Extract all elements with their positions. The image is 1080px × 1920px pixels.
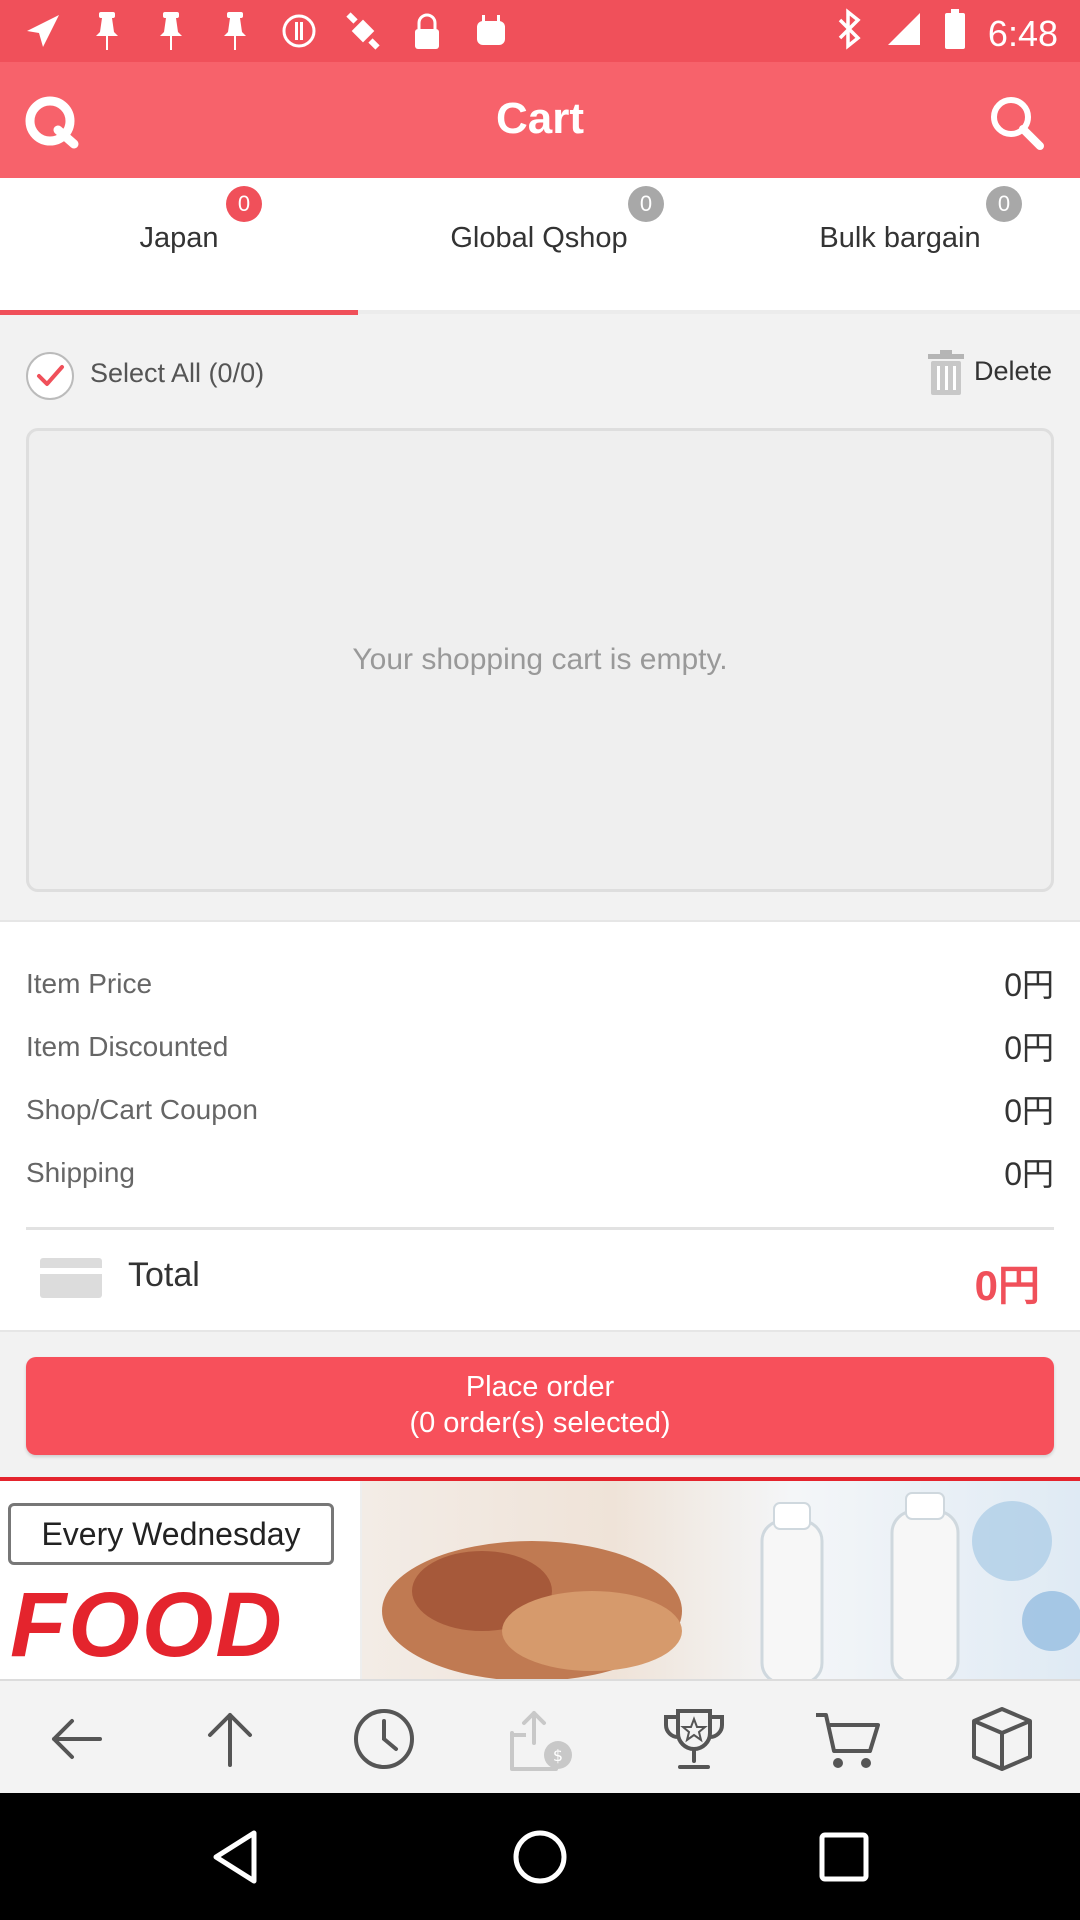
summary-value: 0円 bbox=[1004, 1156, 1054, 1192]
cart-items-area: Your shopping cart is empty. bbox=[26, 428, 1054, 892]
tab-bulk-bargain[interactable]: 0 Bulk bargain bbox=[720, 178, 1080, 314]
tab-count-badge: 0 bbox=[628, 186, 664, 222]
signal-icon bbox=[886, 11, 922, 56]
pin-icon bbox=[150, 10, 192, 52]
place-order-label: Place order bbox=[465, 1371, 615, 1403]
summary-label: Item Discounted bbox=[26, 1031, 229, 1062]
sell-icon[interactable]: $ bbox=[504, 1703, 576, 1775]
banner-text-panel: Every Wednesday FOOD bbox=[0, 1481, 362, 1679]
select-all-checkbox[interactable] bbox=[26, 352, 74, 400]
back-triangle-icon[interactable] bbox=[204, 1825, 268, 1889]
tab-japan[interactable]: 0 Japan bbox=[0, 178, 358, 314]
cart-tabs: 0 Japan 0 Global Qshop 0 Bulk bargain bbox=[0, 178, 1080, 315]
summary-row: Shipping 0円 bbox=[26, 1149, 1054, 1199]
banner-food-image bbox=[362, 1481, 1080, 1679]
recents-square-icon[interactable] bbox=[812, 1825, 876, 1889]
select-all-label[interactable]: Select All (0/0) bbox=[90, 358, 264, 389]
summary-label: Item Price bbox=[26, 968, 153, 999]
active-tab-indicator bbox=[0, 310, 358, 315]
bottom-navigation: $ bbox=[0, 1679, 1080, 1793]
search-icon[interactable] bbox=[986, 92, 1046, 152]
history-clock-icon[interactable] bbox=[348, 1703, 420, 1775]
tab-count-badge: 0 bbox=[986, 186, 1022, 222]
home-circle-icon[interactable] bbox=[508, 1825, 572, 1889]
status-bar: 6:48 bbox=[0, 0, 1080, 62]
total-value: 0円 bbox=[974, 1262, 1040, 1309]
summary-label: Shop/Cart Coupon bbox=[26, 1094, 258, 1125]
credit-card-icon bbox=[40, 1258, 102, 1298]
trophy-icon[interactable] bbox=[658, 1703, 730, 1775]
tab-label: Japan bbox=[139, 222, 219, 254]
bluetooth-icon bbox=[834, 8, 864, 59]
satellite-off-icon bbox=[342, 10, 384, 52]
place-order-count: (0 order(s) selected) bbox=[409, 1407, 671, 1439]
place-order-button[interactable]: Place order (0 order(s) selected) bbox=[26, 1357, 1054, 1455]
checkmark-icon bbox=[37, 365, 64, 386]
system-navigation-bar bbox=[0, 1793, 1080, 1920]
order-summary: Item Price 0円 Item Discounted 0円 Shop/Ca… bbox=[0, 920, 1080, 1332]
lock-icon bbox=[406, 10, 448, 52]
select-row: Select All (0/0) Delete bbox=[0, 318, 1080, 428]
banner-tag: Every Wednesday bbox=[8, 1503, 334, 1565]
android-icon bbox=[470, 10, 512, 52]
summary-divider bbox=[26, 1227, 1054, 1230]
empty-cart-message: Your shopping cart is empty. bbox=[352, 643, 728, 676]
tab-label: Global Qshop bbox=[450, 222, 628, 254]
promo-banner[interactable]: Every Wednesday FOOD bbox=[0, 1477, 1080, 1679]
delete-button[interactable]: Delete bbox=[974, 356, 1052, 387]
app-bar: Cart bbox=[0, 62, 1080, 178]
total-label: Total bbox=[128, 1256, 200, 1294]
box-icon[interactable] bbox=[966, 1703, 1038, 1775]
send-icon bbox=[22, 10, 64, 52]
scroll-up-icon[interactable] bbox=[194, 1703, 266, 1775]
pin-icon bbox=[86, 10, 128, 52]
back-arrow-icon[interactable] bbox=[40, 1703, 112, 1775]
summary-row: Shop/Cart Coupon 0円 bbox=[26, 1086, 1054, 1136]
summary-value: 0円 bbox=[1004, 967, 1054, 1003]
trash-icon[interactable] bbox=[926, 350, 966, 396]
summary-row: Item Discounted 0円 bbox=[26, 1023, 1054, 1073]
tab-global-qshop[interactable]: 0 Global Qshop bbox=[358, 178, 720, 314]
summary-value: 0円 bbox=[1004, 1093, 1054, 1129]
status-time: 6:48 bbox=[987, 12, 1058, 54]
alert-icon bbox=[278, 10, 320, 52]
tab-count-badge: 0 bbox=[226, 186, 262, 222]
battery-icon bbox=[944, 9, 966, 58]
summary-row: Item Price 0円 bbox=[26, 960, 1054, 1010]
banner-headline: FOOD bbox=[10, 1574, 284, 1676]
page-title: Cart bbox=[495, 94, 585, 143]
summary-label: Shipping bbox=[26, 1157, 135, 1188]
summary-value: 0円 bbox=[1004, 1030, 1054, 1066]
svg-text:$: $ bbox=[553, 1746, 563, 1765]
tab-label: Bulk bargain bbox=[819, 222, 981, 254]
pin-icon bbox=[214, 10, 256, 52]
cart-icon[interactable] bbox=[812, 1703, 884, 1775]
